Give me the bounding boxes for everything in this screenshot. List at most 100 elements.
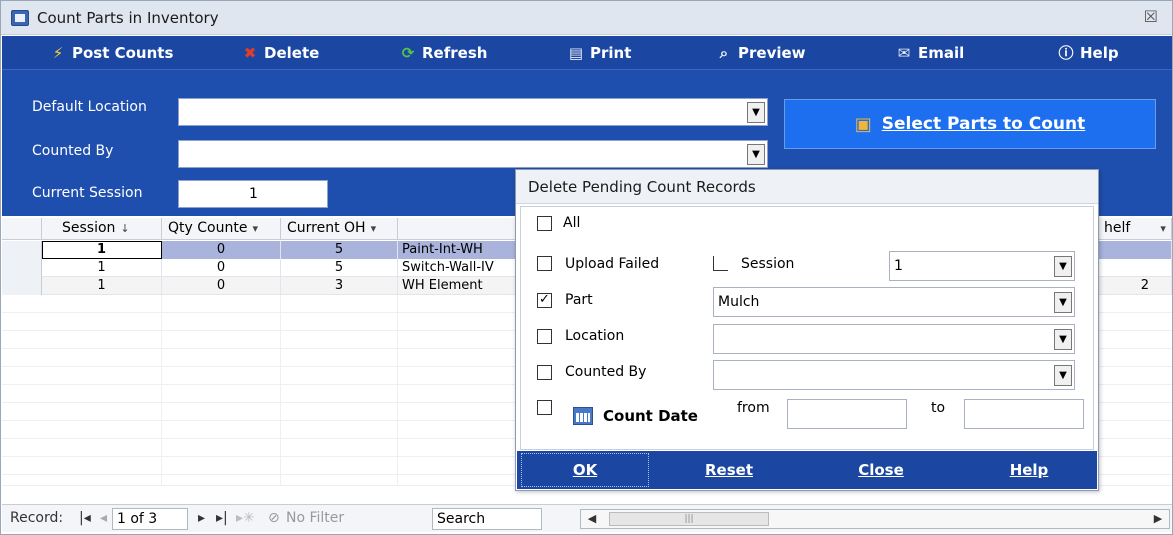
scroll-left-icon[interactable]: ◀ [583, 511, 601, 527]
post-counts-button[interactable]: ⚡ Post Counts [50, 42, 174, 64]
date-from-field[interactable] [787, 399, 907, 429]
select-all-cell[interactable] [2, 218, 42, 240]
cell-session[interactable]: 1 [42, 277, 162, 295]
email-button[interactable]: ✉ Email [896, 42, 965, 64]
cell-shelf[interactable] [1098, 259, 1172, 277]
all-label: All [563, 215, 581, 231]
horizontal-scrollbar[interactable]: ◀ ||| ▶ [580, 509, 1170, 529]
cell-session[interactable]: 1 [42, 259, 162, 277]
counted-by-combo[interactable]: ▼ [178, 140, 768, 168]
help-icon: ⓘ [1058, 44, 1074, 62]
row-selector[interactable] [2, 241, 42, 259]
preview-label: Preview [738, 44, 806, 62]
preview-button[interactable]: ⌕ Preview [716, 42, 806, 64]
row-selector[interactable] [2, 259, 42, 277]
session-label: Session [741, 256, 795, 272]
cell-shelf[interactable] [1098, 241, 1172, 259]
last-record-icon[interactable]: ▸| [216, 510, 228, 526]
app-icon [11, 10, 29, 26]
current-session-label: Current Session [32, 185, 143, 201]
no-filter-icon[interactable]: ⊘ [268, 510, 280, 526]
dropdown-arrow-icon[interactable]: ▾ [1160, 222, 1166, 235]
cell-qty-counted[interactable]: 0 [162, 241, 281, 259]
post-counts-label: Post Counts [72, 44, 174, 62]
part-checkbox[interactable]: ✓ [537, 293, 552, 308]
delete-pending-dialog: Delete Pending Count Records All Upload … [515, 169, 1099, 491]
refresh-label: Refresh [422, 44, 488, 62]
previous-record-icon[interactable]: ◂ [100, 510, 107, 526]
dialog-title: Delete Pending Count Records [516, 170, 1098, 204]
cell-current-oh[interactable]: 5 [281, 259, 398, 277]
session-checkbox[interactable] [713, 256, 728, 271]
print-label: Print [590, 44, 632, 62]
toolbar: ⚡ Post Counts ✖ Delete ⟳ Refresh ▤ Print… [2, 36, 1172, 70]
cell-current-oh[interactable]: 3 [281, 277, 398, 295]
counted-by-label: Counted By [32, 143, 114, 159]
scroll-thumb[interactable]: ||| [609, 512, 769, 526]
refresh-icon: ⟳ [401, 44, 415, 62]
record-navigation-bar: Record: |◂ ◂ 1 of 3 ▸ ▸| ▸✳ ⊘ No Filter … [2, 504, 1172, 532]
session-combo[interactable]: 1 ▼ [889, 251, 1075, 281]
dropdown-arrow-icon[interactable]: ▾ [371, 222, 377, 235]
counted-by-dialog-combo[interactable]: ▼ [713, 360, 1075, 390]
cell-session[interactable]: 1 [42, 241, 162, 259]
parts-icon: ▣ [854, 113, 872, 135]
count-date-label: Count Date [603, 407, 698, 425]
search-field[interactable]: Search [432, 508, 542, 530]
select-parts-label: Select Parts to Count [881, 114, 1086, 134]
current-record-field[interactable]: 1 of 3 [112, 508, 188, 530]
dialog-body: All Upload Failed Session 1 ▼ ✓ Part Mul… [520, 206, 1094, 450]
scroll-right-icon[interactable]: ▶ [1149, 511, 1167, 527]
cell-qty-counted[interactable]: 0 [162, 259, 281, 277]
refresh-button[interactable]: ⟳ Refresh [400, 42, 488, 64]
print-button[interactable]: ▤ Print [568, 42, 631, 64]
dialog-footer: OK Reset Close Help [517, 451, 1097, 489]
cell-current-oh[interactable]: 5 [281, 241, 398, 259]
row-selector[interactable] [2, 277, 42, 295]
next-record-icon[interactable]: ▸ [198, 510, 205, 526]
help-button[interactable]: ⓘ Help [1058, 42, 1118, 64]
session-combo-value: 1 [894, 258, 903, 274]
calendar-icon [573, 407, 593, 425]
part-combo-value: Mulch [718, 294, 760, 310]
column-header-qty-counted[interactable]: Qty Counte ▾ [162, 218, 281, 240]
part-combo[interactable]: Mulch ▼ [713, 287, 1075, 317]
dropdown-arrow-icon[interactable]: ▼ [1054, 256, 1072, 277]
counted-by-checkbox[interactable] [537, 365, 552, 380]
dialog-help-button[interactable]: Help [963, 451, 1095, 489]
reset-button[interactable]: Reset [663, 451, 795, 489]
upload-failed-checkbox[interactable] [537, 256, 552, 271]
cell-qty-counted[interactable]: 0 [162, 277, 281, 295]
current-session-field[interactable]: 1 [178, 180, 328, 208]
delete-x-icon: ✖ [243, 44, 257, 62]
delete-button[interactable]: ✖ Delete [242, 42, 320, 64]
default-location-combo[interactable]: ▼ [178, 98, 768, 126]
title-bar: Count Parts in Inventory ☒ [1, 1, 1172, 35]
location-checkbox[interactable] [537, 329, 552, 344]
dropdown-arrow-icon[interactable]: ▾ [252, 222, 258, 235]
cell-shelf[interactable]: 2 [1098, 277, 1172, 295]
date-to-field[interactable] [964, 399, 1084, 429]
counted-by-dialog-label: Counted By [565, 364, 647, 380]
no-filter-label[interactable]: No Filter [286, 510, 344, 526]
sort-ascending-icon[interactable]: ↓ [120, 222, 129, 235]
dropdown-arrow-icon[interactable]: ▼ [747, 102, 765, 123]
window-title: Count Parts in Inventory [37, 9, 219, 27]
count-date-checkbox[interactable] [537, 400, 552, 415]
close-button[interactable]: Close [815, 451, 947, 489]
default-location-label: Default Location [32, 99, 147, 115]
all-checkbox[interactable] [537, 216, 552, 231]
location-combo[interactable]: ▼ [713, 324, 1075, 354]
dropdown-arrow-icon[interactable]: ▼ [1054, 365, 1072, 386]
column-header-current-oh[interactable]: Current OH ▾ [281, 218, 398, 240]
dropdown-arrow-icon[interactable]: ▼ [1054, 329, 1072, 350]
dropdown-arrow-icon[interactable]: ▼ [747, 144, 765, 165]
column-header-session[interactable]: Session ↓ [42, 218, 162, 240]
first-record-icon[interactable]: |◂ [79, 510, 91, 526]
close-icon[interactable]: ☒ [1144, 7, 1158, 26]
column-header-shelf[interactable]: helf ▾ [1098, 218, 1172, 240]
select-parts-button[interactable]: ▣ Select Parts to Count [784, 99, 1156, 149]
dropdown-arrow-icon[interactable]: ▼ [1054, 292, 1072, 313]
ok-button[interactable]: OK [519, 451, 651, 489]
new-record-icon[interactable]: ▸✳ [236, 510, 255, 526]
